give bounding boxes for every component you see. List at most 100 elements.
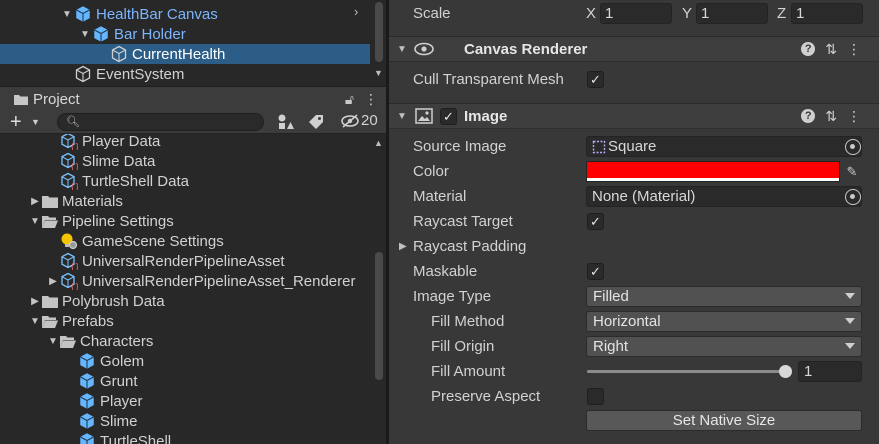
eye-icon [414, 42, 434, 56]
axis-x-label[interactable]: X [586, 5, 600, 22]
hierarchy-item[interactable]: ▼ HealthBar Canvas [0, 4, 370, 24]
gameobject-cube-icon [110, 45, 128, 63]
project-item[interactable]: Player [0, 391, 370, 411]
hierarchy-item-label: CurrentHealth [132, 45, 226, 63]
preserve-aspect-label: Preserve Aspect [431, 388, 541, 405]
project-item[interactable]: ▶ {} UniversalRenderPipelineAsset_Renderer [0, 271, 370, 291]
image-component-header[interactable]: ▼ ✓ Image ? ⇅ ⋮ [389, 103, 879, 129]
image-icon [415, 108, 433, 124]
slider-handle[interactable] [779, 365, 792, 378]
help-icon[interactable]: ? [801, 42, 816, 56]
foldout-arrow-icon[interactable]: ▶ [28, 296, 42, 307]
preserve-aspect-checkbox[interactable] [587, 388, 604, 405]
project-item[interactable]: ▶ Polybrush Data [0, 291, 370, 311]
project-item[interactable]: {} TurtleShell Data [0, 171, 370, 191]
eyedropper-icon[interactable]: ✎ [843, 163, 861, 181]
preset-sliders-icon[interactable]: ⇅ [825, 108, 837, 125]
filter-by-type-icon[interactable] [276, 113, 294, 131]
hierarchy-item[interactable]: CurrentHealth [0, 44, 370, 64]
source-image-field[interactable]: Square [586, 136, 862, 157]
color-swatch[interactable] [586, 161, 840, 182]
image-enabled-checkbox[interactable]: ✓ [440, 108, 457, 125]
material-field[interactable]: None (Material) [586, 186, 862, 207]
search-input[interactable]: 🔍︎ [57, 113, 264, 131]
scale-z-field[interactable]: 1 [791, 3, 863, 24]
material-label: Material [413, 188, 467, 205]
chevron-down-icon [845, 318, 855, 324]
hierarchy-scrollbar[interactable]: ▼ [372, 0, 386, 84]
foldout-arrow-icon[interactable]: ▼ [78, 29, 92, 40]
fill-origin-row: Fill Origin Right [389, 334, 879, 359]
more-menu-icon[interactable]: ⋮ [364, 91, 378, 108]
folder-icon [42, 195, 58, 208]
cull-transparent-checkbox[interactable]: ✓ [587, 71, 604, 88]
project-item[interactable]: ▼ Characters [0, 331, 370, 351]
maskable-row: Maskable ✓ [389, 259, 879, 284]
object-picker-icon[interactable] [845, 138, 861, 155]
image-type-dropdown[interactable]: Filled [586, 286, 862, 307]
scrollbar-thumb[interactable] [375, 252, 383, 380]
set-native-size-button[interactable]: Set Native Size [586, 410, 862, 431]
scale-y-field[interactable]: 1 [696, 3, 768, 24]
prefab-cube-icon [78, 432, 96, 444]
preset-sliders-icon[interactable]: ⇅ [825, 41, 837, 58]
set-native-size-row: Set Native Size [389, 408, 879, 433]
lock-icon[interactable]: 🔓︎ [345, 91, 354, 108]
canvas-renderer-header[interactable]: ▼ Canvas Renderer ? ⇅ ⋮ [389, 36, 879, 62]
fill-amount-row: Fill Amount 1 [389, 359, 879, 384]
chevron-right-icon[interactable]: › [354, 4, 358, 19]
foldout-arrow-icon[interactable]: ▶ [46, 276, 60, 287]
foldout-arrow-icon[interactable]: ▼ [397, 44, 407, 55]
project-item-label: Pipeline Settings [62, 212, 174, 230]
more-menu-icon[interactable]: ⋮ [847, 41, 861, 58]
scale-x-field[interactable]: 1 [600, 3, 672, 24]
project-item[interactable]: {} Player Data [0, 134, 370, 151]
project-item[interactable]: {} UniversalRenderPipelineAsset [0, 251, 370, 271]
raycast-target-checkbox[interactable]: ✓ [587, 213, 604, 230]
foldout-arrow-icon[interactable]: ▼ [397, 111, 407, 122]
slider-fill [587, 370, 791, 373]
chevron-down-icon[interactable]: ▼ [31, 117, 40, 127]
project-item[interactable]: {} Slime Data [0, 151, 370, 171]
foldout-arrow-icon[interactable]: ▼ [60, 9, 74, 20]
foldout-arrow-icon[interactable]: ▶ [28, 196, 42, 207]
foldout-arrow-icon[interactable]: ▼ [28, 216, 42, 227]
create-plus-icon[interactable]: + [10, 111, 22, 134]
project-item[interactable]: Golem [0, 351, 370, 371]
axis-y-label[interactable]: Y [682, 5, 696, 22]
fill-origin-dropdown[interactable]: Right [586, 336, 862, 357]
project-item-label: UniversalRenderPipelineAsset [82, 252, 285, 270]
scale-z: Z 1 [777, 3, 863, 24]
project-item[interactable]: ▼ Pipeline Settings [0, 211, 370, 231]
fill-method-dropdown[interactable]: Horizontal [586, 311, 862, 332]
foldout-arrow-icon[interactable]: ▶ [399, 241, 407, 252]
help-icon[interactable]: ? [801, 109, 816, 123]
scrollbar-thumb[interactable] [375, 2, 383, 62]
raycast-padding-label[interactable]: Raycast Padding [413, 238, 526, 255]
label-tag-icon[interactable] [307, 113, 325, 131]
project-item[interactable]: Slime [0, 411, 370, 431]
maskable-checkbox[interactable]: ✓ [587, 263, 604, 280]
hierarchy-item[interactable]: EventSystem [0, 64, 370, 84]
scroll-up-icon[interactable]: ▲ [374, 138, 383, 148]
project-item[interactable]: TurtleShell [0, 431, 370, 444]
scroll-down-icon[interactable]: ▼ [374, 68, 383, 78]
fill-amount-field[interactable]: 1 [798, 361, 862, 382]
project-scrollbar[interactable]: ▲ [372, 134, 386, 444]
project-item-label: Polybrush Data [62, 292, 165, 310]
foldout-arrow-icon[interactable]: ▼ [46, 336, 60, 347]
project-item[interactable]: ▶ Materials [0, 191, 370, 211]
fill-amount-slider[interactable] [587, 365, 792, 378]
axis-z-label[interactable]: Z [777, 5, 791, 22]
hierarchy-item[interactable]: ▼ Bar Holder [0, 24, 370, 44]
hidden-packages-toggle[interactable]: 20 [340, 112, 378, 129]
object-picker-icon[interactable] [845, 188, 861, 205]
foldout-arrow-icon[interactable]: ▼ [28, 316, 42, 327]
more-menu-icon[interactable]: ⋮ [847, 108, 861, 125]
folder-icon [42, 215, 58, 228]
project-item[interactable]: Grunt [0, 371, 370, 391]
tab-project[interactable]: Project [2, 88, 90, 111]
raycast-padding-row[interactable]: ▶ Raycast Padding [389, 234, 879, 259]
project-item[interactable]: GameScene Settings [0, 231, 370, 251]
project-item[interactable]: ▼ Prefabs [0, 311, 370, 331]
